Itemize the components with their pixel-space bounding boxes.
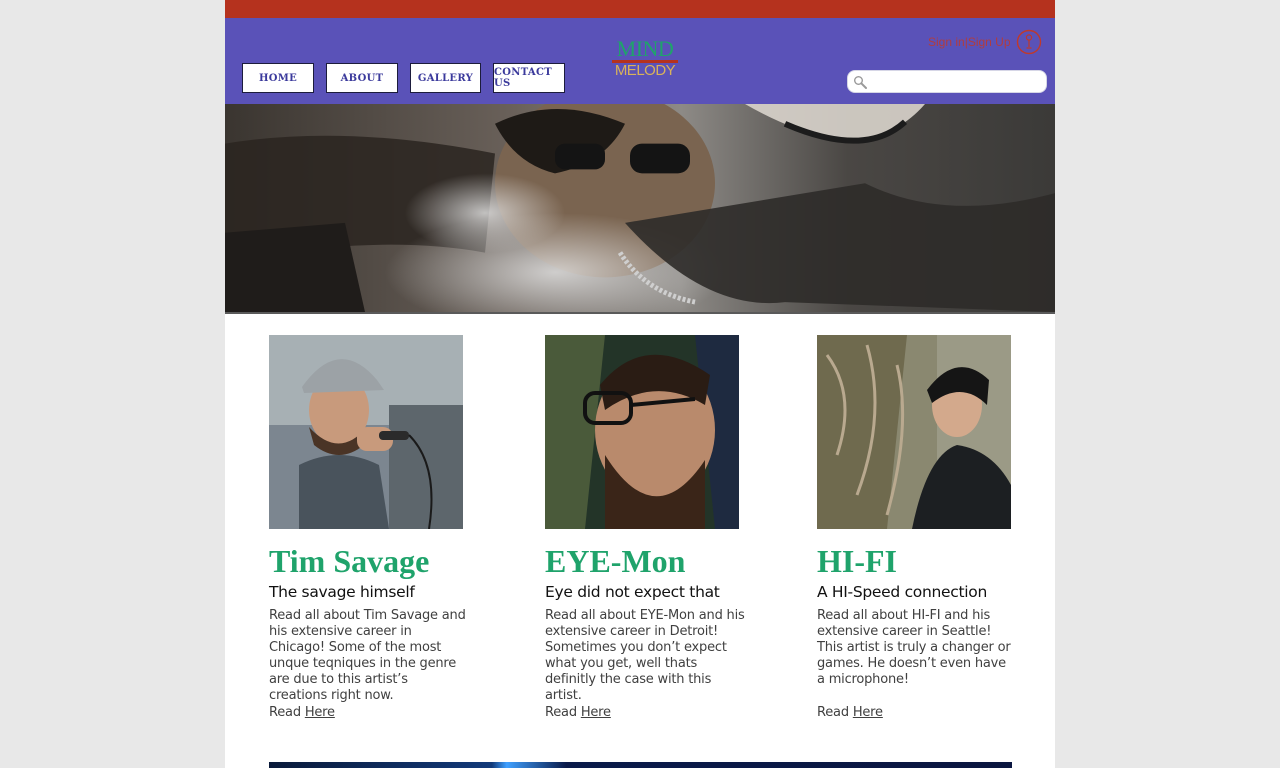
artist-name: Tim Savage bbox=[269, 543, 430, 579]
artist-card-hi-fi: HI-FI A HI-Speed connection Read all abo… bbox=[817, 335, 1017, 720]
artist-photo-eye-mon[interactable] bbox=[545, 335, 739, 529]
artist-tagline: The savage himself bbox=[269, 583, 415, 601]
magnifier-icon bbox=[854, 76, 867, 89]
read-prefix: Read bbox=[269, 705, 301, 720]
search-input[interactable] bbox=[872, 73, 1042, 91]
sign-up-link[interactable]: Sign Up bbox=[968, 35, 1011, 49]
artist-card-eye-mon: EYE-Mon Eye did not expect that Read all… bbox=[545, 335, 745, 720]
page-container: HOME ABOUT GALLERY CONTACT US MIND MELOD… bbox=[225, 0, 1055, 768]
nav-contact-button[interactable]: CONTACT US bbox=[493, 63, 565, 93]
hero-banner-image bbox=[225, 104, 1055, 314]
artist-tagline: A HI-Speed connection bbox=[817, 583, 987, 601]
artist-photo-hi-fi[interactable] bbox=[817, 335, 1011, 529]
read-here-link[interactable]: Here bbox=[305, 705, 335, 720]
read-prefix: Read bbox=[817, 705, 849, 720]
search-box[interactable] bbox=[847, 70, 1047, 93]
artist-name: EYE-Mon bbox=[545, 543, 686, 579]
artist-photo-tim-savage[interactable] bbox=[269, 335, 463, 529]
sign-in-link[interactable]: Sign in bbox=[928, 35, 965, 49]
auth-links: Sign in | Sign Up bbox=[928, 32, 1011, 52]
nav-gallery-button[interactable]: GALLERY bbox=[410, 63, 481, 93]
artist-name: HI-FI bbox=[817, 543, 897, 579]
site-logo[interactable]: MIND MELODY bbox=[610, 38, 680, 79]
read-here-link[interactable]: Here bbox=[853, 705, 883, 720]
nav-about-button[interactable]: ABOUT bbox=[326, 63, 398, 93]
user-circle-icon[interactable] bbox=[1016, 29, 1042, 55]
bottom-banner-image bbox=[269, 762, 1012, 768]
logo-melody-text: MELODY bbox=[614, 62, 676, 79]
top-color-strip bbox=[225, 0, 1055, 18]
logo-mind-text: MIND bbox=[616, 36, 674, 61]
nav-home-button[interactable]: HOME bbox=[242, 63, 314, 93]
read-prefix: Read bbox=[545, 705, 577, 720]
read-more: Read Here bbox=[817, 705, 883, 721]
artist-description: Read all about Tim Savage and his extens… bbox=[269, 608, 466, 703]
artist-tagline: Eye did not expect that bbox=[545, 583, 720, 601]
artist-description: Read all about EYE-Mon and his extensive… bbox=[545, 608, 745, 703]
read-here-link[interactable]: Here bbox=[581, 705, 611, 720]
artist-card-tim-savage: Tim Savage The savage himself Read all a… bbox=[269, 335, 469, 720]
read-more: Read Here bbox=[269, 705, 335, 721]
read-more: Read Here bbox=[545, 705, 611, 721]
artist-description: Read all about HI-FI and his extensive c… bbox=[817, 608, 1011, 687]
site-header: HOME ABOUT GALLERY CONTACT US MIND MELOD… bbox=[225, 18, 1055, 104]
